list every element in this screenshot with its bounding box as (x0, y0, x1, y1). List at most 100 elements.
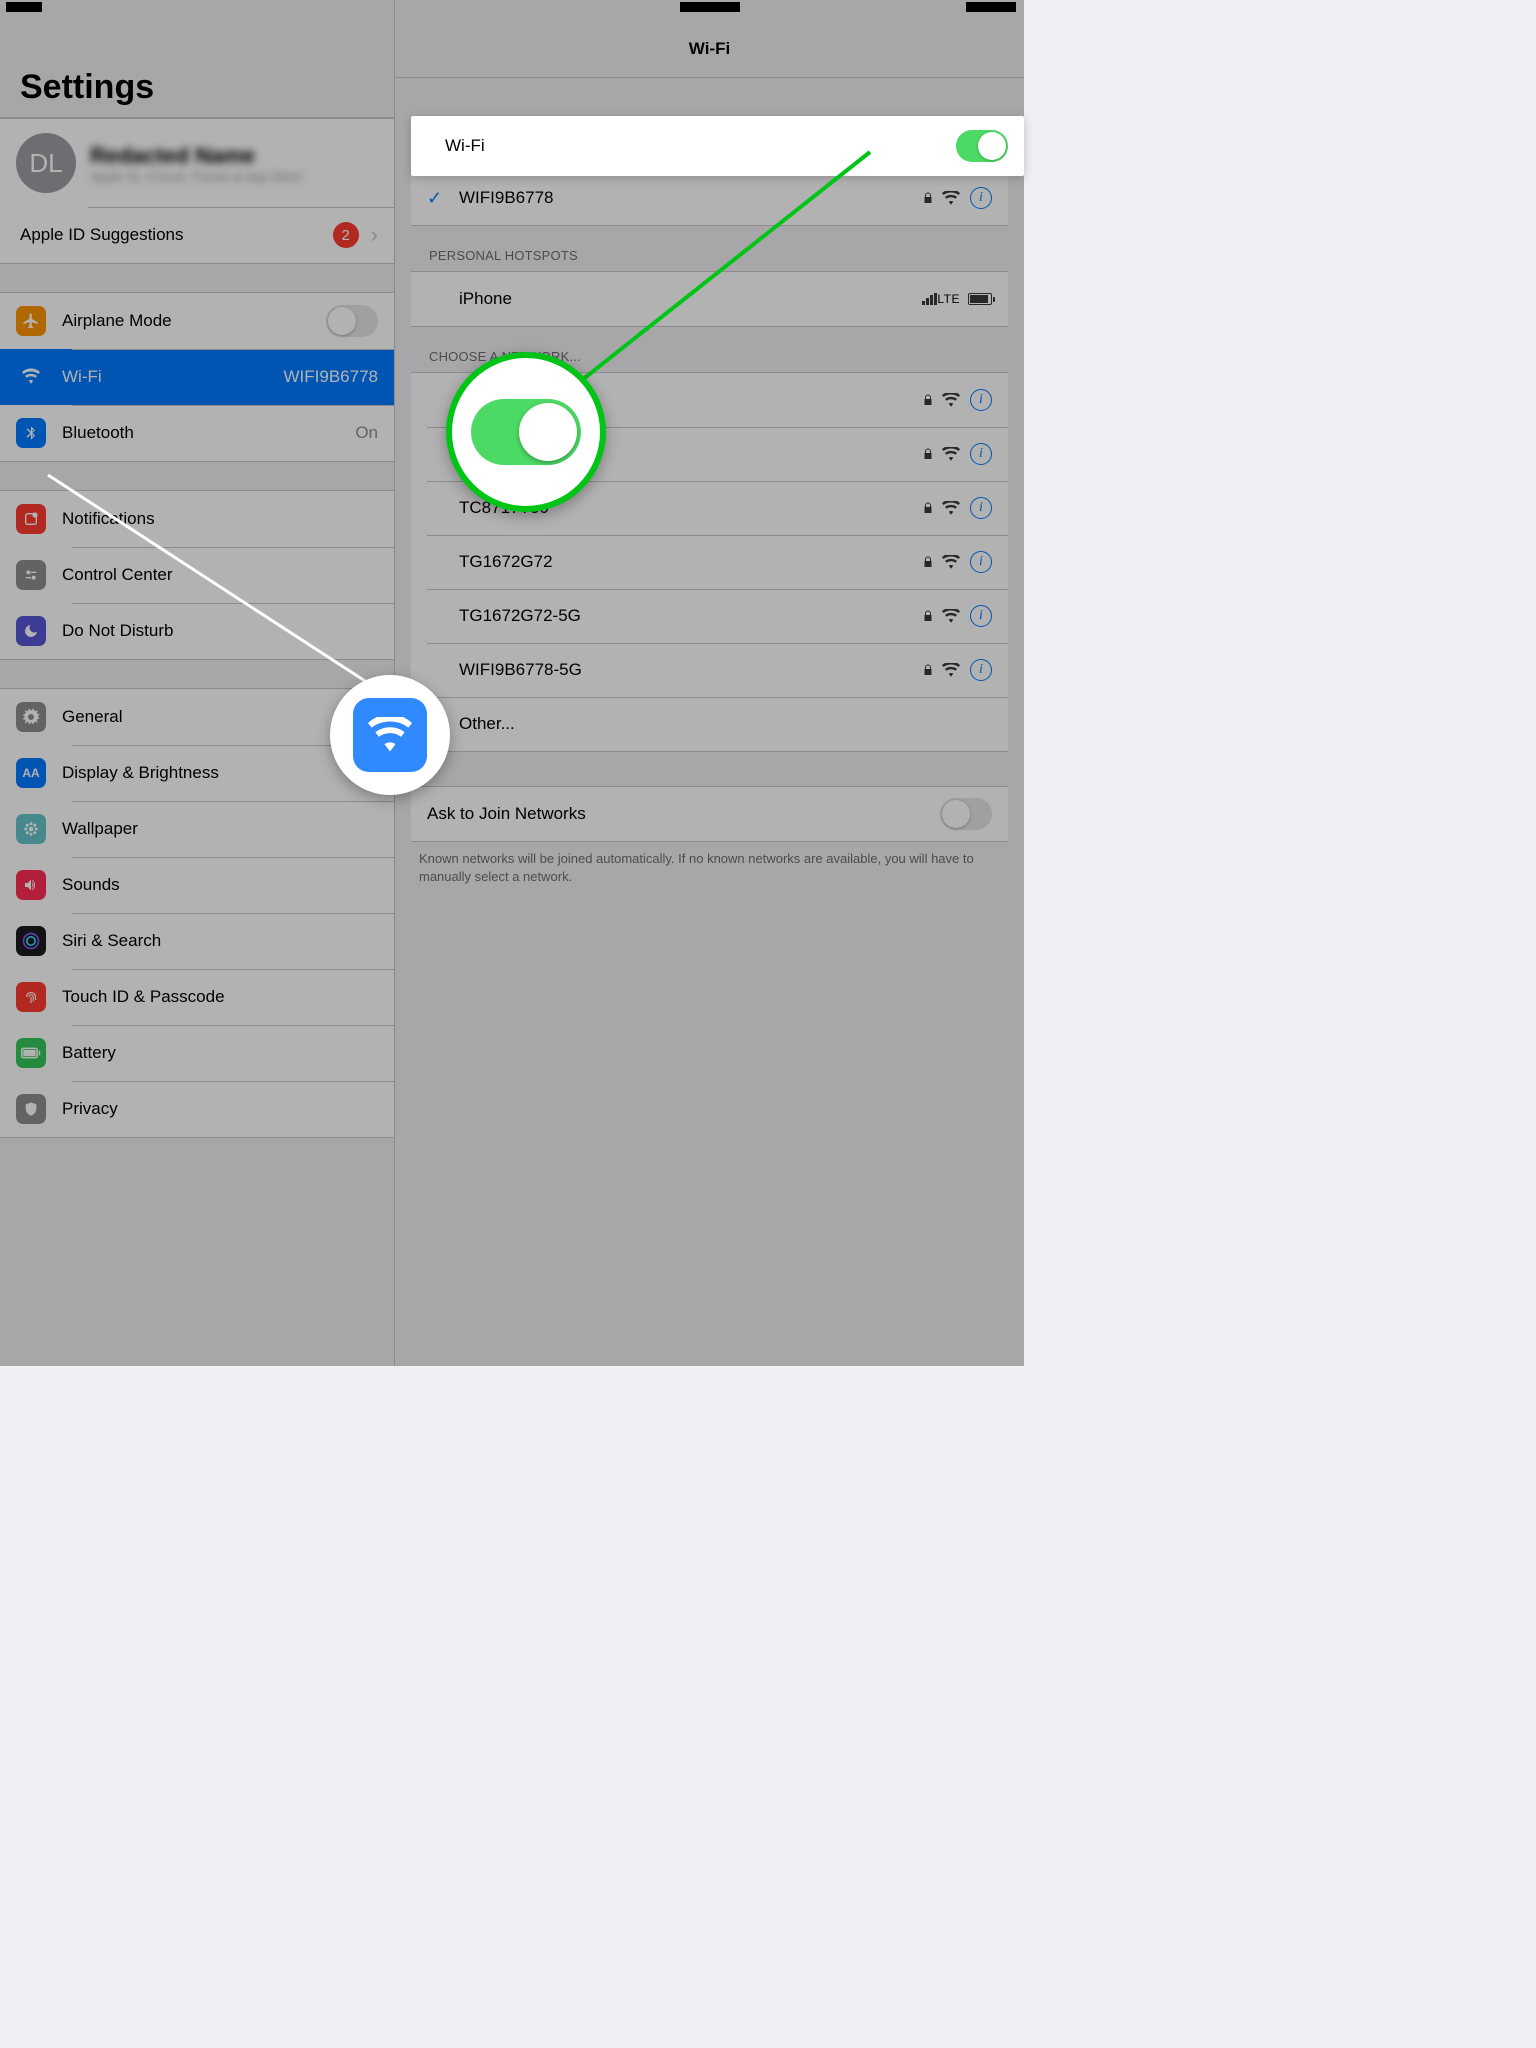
detail-title: Wi-Fi (689, 39, 730, 59)
callout-toggle-zoom (446, 352, 606, 512)
network-row[interactable]: TG1672G72 i (411, 535, 1008, 589)
apple-id-suggestions-label: Apple ID Suggestions (20, 225, 333, 245)
sidebar-item-wifi[interactable]: Wi-Fi WIFI9B6778 (0, 349, 394, 405)
callout-wifi-icon-zoom (330, 675, 450, 795)
wifi-strength-icon (942, 609, 960, 623)
sidebar-item-control-center[interactable]: Control Center (0, 547, 394, 603)
notifications-icon (16, 504, 46, 534)
apple-id-suggestions-row[interactable]: Apple ID Suggestions 2 › (0, 207, 394, 263)
sidebar-item-siri-search[interactable]: Siri & Search (0, 913, 394, 969)
wifi-strength-icon (942, 555, 960, 569)
info-icon[interactable]: i (970, 187, 992, 209)
ask-to-join-footer: Known networks will be joined automatica… (395, 842, 1024, 893)
privacy-icon (16, 1094, 46, 1124)
wifi-label: Wi-Fi (62, 367, 276, 387)
lock-icon (922, 393, 934, 407)
privacy-label: Privacy (62, 1099, 378, 1119)
network-name: WIFI9B6778-5G (459, 660, 922, 680)
sidebar-item-privacy[interactable]: Privacy (0, 1081, 394, 1137)
dnd-label: Do Not Disturb (62, 621, 378, 641)
network-row[interactable]: WIFI9B6778-5G i (411, 643, 1008, 697)
highlighted-wifi-toggle-row: Wi-Fi (411, 116, 1024, 176)
avatar: DL (16, 133, 76, 193)
account-name: Redacted Name (90, 143, 303, 169)
info-icon[interactable]: i (970, 497, 992, 519)
connected-network-name: WIFI9B6778 (459, 188, 922, 208)
lock-icon (922, 447, 934, 461)
battery-status-icon (968, 293, 992, 305)
lock-icon (922, 609, 934, 623)
network-other-row[interactable]: Other... (411, 697, 1008, 751)
display-label: Display & Brightness (62, 763, 378, 783)
airplane-label: Airplane Mode (62, 311, 326, 331)
lock-icon (922, 501, 934, 515)
network-name: TG1672G72 (459, 552, 922, 572)
airplane-toggle[interactable] (326, 305, 378, 337)
bluetooth-label: Bluetooth (62, 423, 347, 443)
info-icon[interactable]: i (970, 551, 992, 573)
detail-header: Wi-Fi (395, 20, 1024, 78)
network-row[interactable]: TG1672G72-5G i (411, 589, 1008, 643)
wifi-strength-icon (942, 663, 960, 677)
wifi-icon (16, 362, 46, 392)
cellular-bars-icon (922, 293, 937, 305)
info-icon[interactable]: i (970, 659, 992, 681)
big-wifi-icon (353, 698, 427, 772)
network-name: TG1672G72-5G (459, 606, 922, 626)
sidebar-item-wallpaper[interactable]: Wallpaper (0, 801, 394, 857)
wallpaper-icon (16, 814, 46, 844)
hotspot-name: iPhone (459, 289, 922, 309)
lte-label: LTE (937, 292, 960, 306)
wifi-value: WIFI9B6778 (284, 367, 379, 387)
touchid-label: Touch ID & Passcode (62, 987, 378, 1007)
sidebar-item-bluetooth[interactable]: Bluetooth On (0, 405, 394, 461)
info-icon[interactable]: i (970, 389, 992, 411)
wifi-strength-icon (942, 501, 960, 515)
lock-icon (922, 663, 934, 677)
ask-to-join-row[interactable]: Ask to Join Networks (411, 787, 1008, 841)
sidebar-item-airplane-mode[interactable]: Airplane Mode (0, 293, 394, 349)
notifications-label: Notifications (62, 509, 378, 529)
ask-to-join-label: Ask to Join Networks (427, 804, 940, 824)
moon-icon (16, 616, 46, 646)
big-toggle-icon (471, 399, 581, 465)
info-icon[interactable]: i (970, 605, 992, 627)
ask-to-join-toggle[interactable] (940, 798, 992, 830)
info-icon[interactable]: i (970, 443, 992, 465)
sidebar-item-notifications[interactable]: Notifications (0, 491, 394, 547)
wallpaper-label: Wallpaper (62, 819, 378, 839)
sidebar-item-do-not-disturb[interactable]: Do Not Disturb (0, 603, 394, 659)
sounds-icon (16, 870, 46, 900)
account-subtitle: Apple ID, iCloud, iTunes & App Store (90, 169, 303, 184)
status-bar-right (395, 0, 1024, 20)
fingerprint-icon (16, 982, 46, 1012)
siri-icon (16, 926, 46, 956)
page-title: Settings (0, 20, 394, 117)
bluetooth-icon (16, 418, 46, 448)
sounds-label: Sounds (62, 875, 378, 895)
gear-icon (16, 702, 46, 732)
badge-count: 2 (333, 222, 359, 248)
wifi-toggle-highlighted (956, 130, 1008, 162)
chevron-right-icon: › (371, 222, 378, 248)
wifi-strength-icon (942, 447, 960, 461)
control-center-icon (16, 560, 46, 590)
battery-label: Battery (62, 1043, 378, 1063)
lock-icon (922, 191, 934, 205)
battery-icon (16, 1038, 46, 1068)
other-network-label: Other... (459, 714, 992, 734)
apple-id-account-row[interactable]: DL Redacted Name Apple ID, iCloud, iTune… (0, 119, 394, 207)
sidebar-item-sounds[interactable]: Sounds (0, 857, 394, 913)
hotspots-section-header: PERSONAL HOTSPOTS (395, 226, 1024, 271)
hotspot-row[interactable]: iPhone LTE (411, 272, 1008, 326)
checkmark-icon: ✓ (427, 188, 449, 209)
airplane-icon (16, 306, 46, 336)
lock-icon (922, 555, 934, 569)
status-bar-left (0, 0, 394, 20)
sidebar-item-battery[interactable]: Battery (0, 1025, 394, 1081)
wifi-strength-icon (942, 191, 960, 205)
siri-label: Siri & Search (62, 931, 378, 951)
sidebar-item-touch-id[interactable]: Touch ID & Passcode (0, 969, 394, 1025)
wifi-strength-icon (942, 393, 960, 407)
connected-network-row[interactable]: ✓ WIFI9B6778 i (411, 171, 1008, 225)
